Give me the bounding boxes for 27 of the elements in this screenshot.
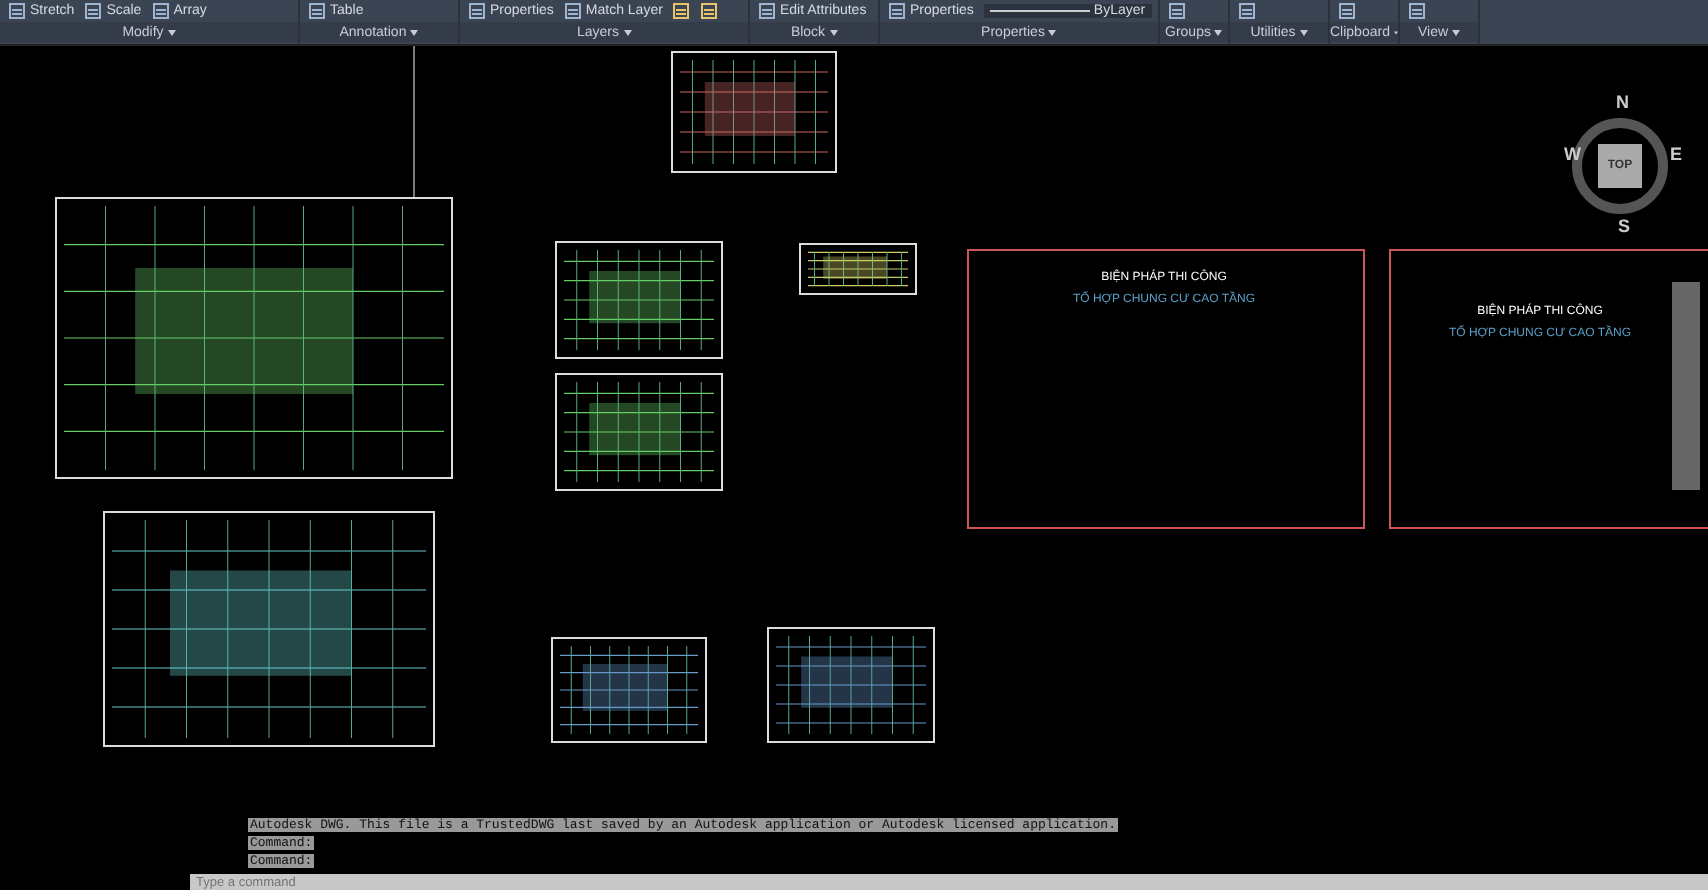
tool-icon[interactable] (1238, 2, 1256, 20)
caret-icon[interactable] (1214, 29, 1223, 35)
caret-icon[interactable] (1048, 29, 1057, 35)
tool-icon[interactable] (888, 2, 906, 20)
compass-south[interactable]: S (1618, 218, 1631, 236)
tool-icon[interactable] (84, 2, 103, 20)
compass-east[interactable]: E (1670, 146, 1683, 164)
compass-west[interactable]: W (1564, 146, 1581, 164)
tool-icon[interactable] (563, 2, 582, 20)
tool-icon[interactable] (1168, 2, 1186, 20)
layer-icon[interactable] (672, 2, 691, 20)
tool-icon[interactable] (151, 2, 170, 20)
floor-plan-drawing (799, 243, 917, 295)
caret-icon[interactable] (829, 29, 838, 35)
tool-icon[interactable] (1338, 2, 1356, 20)
layer-icon[interactable] (700, 2, 719, 20)
caret-icon[interactable] (623, 29, 631, 35)
caret-icon[interactable] (1299, 29, 1308, 35)
tool-icon[interactable] (1408, 2, 1426, 20)
caret-icon[interactable] (167, 29, 176, 35)
tool-icon[interactable] (308, 2, 326, 20)
tool-icon[interactable] (758, 2, 776, 20)
caret-icon[interactable] (410, 29, 419, 35)
caret-icon[interactable] (1452, 29, 1461, 35)
tool-icon[interactable] (468, 2, 486, 20)
tool-icon[interactable] (8, 2, 26, 20)
compass-north[interactable]: N (1616, 94, 1629, 112)
